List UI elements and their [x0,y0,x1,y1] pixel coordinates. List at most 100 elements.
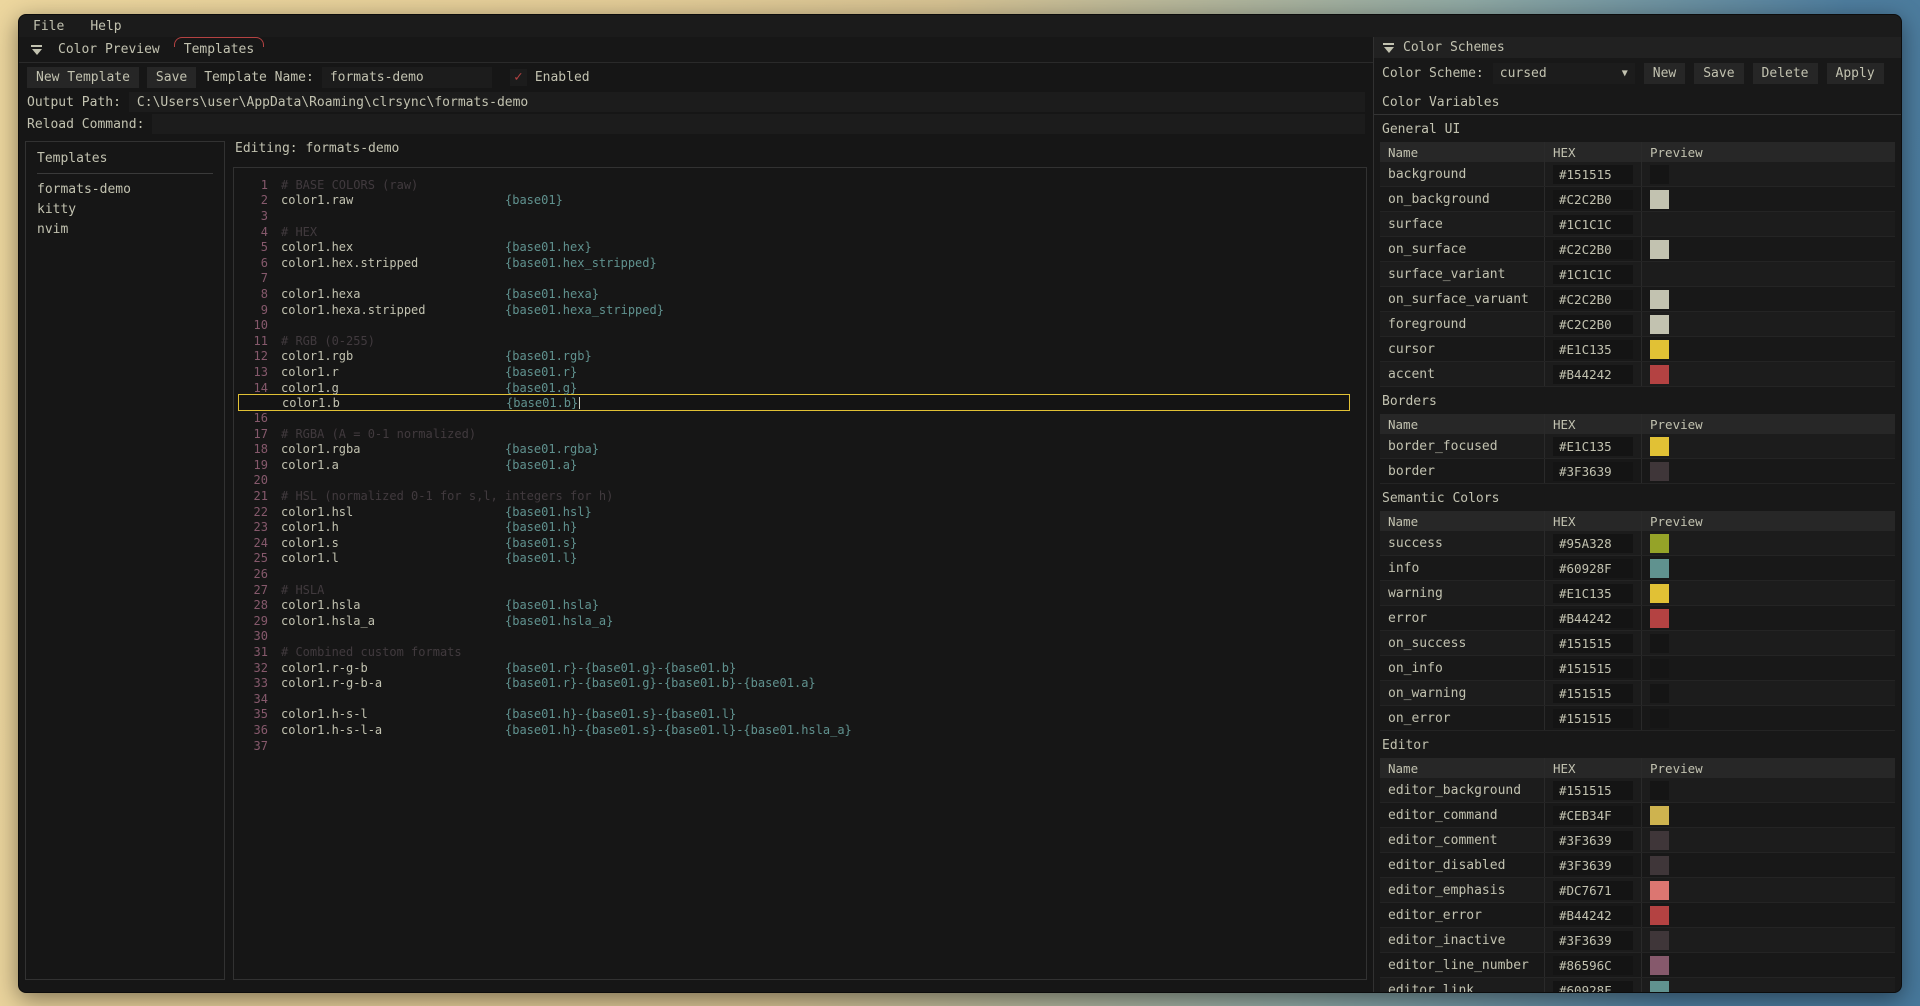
code-line: 4# HEX [242,224,1358,240]
color-table: NameHEXPreviewsuccess#95A328info#60928Fw… [1380,511,1895,731]
code-line: 30 [242,629,1358,645]
tab-list-popup-icon[interactable] [31,45,42,55]
color-swatch[interactable] [1650,437,1669,456]
color-hex-input[interactable]: #86596C [1553,956,1633,975]
color-hex-input[interactable]: #3F3639 [1553,856,1633,875]
color-scheme-combo[interactable]: cursed ▼ [1493,63,1635,84]
color-swatch[interactable] [1650,684,1669,703]
template-code-area[interactable]: 1# BASE COLORS (raw)2color1.raw{base01}3… [233,167,1367,980]
color-swatch[interactable] [1650,806,1669,825]
color-swatch[interactable] [1650,215,1669,234]
color-swatch[interactable] [1650,240,1669,259]
color-hex-input[interactable]: #3F3639 [1553,931,1633,950]
color-name-cell: on_surface_varuant [1380,287,1545,311]
code-line: 36color1.h-s-l-a{base01.h}-{base01.s}-{b… [242,722,1358,738]
color-swatch[interactable] [1650,856,1669,875]
scheme-delete-button[interactable]: Delete [1753,63,1818,84]
color-hex-input[interactable]: #CEB34F [1553,806,1633,825]
save-template-button[interactable]: Save [147,67,196,88]
menu-file[interactable]: File [33,19,64,34]
color-hex-input[interactable]: #1C1C1C [1553,265,1633,284]
template-list-item[interactable]: formats-demo [37,180,213,200]
color-hex-input[interactable]: #C2C2B0 [1553,240,1633,259]
color-hex-input[interactable]: #151515 [1553,165,1633,184]
color-swatch[interactable] [1650,462,1669,481]
color-hex-input[interactable]: #3F3639 [1553,831,1633,850]
color-swatch[interactable] [1650,831,1669,850]
code-comment: # RGB (0-255) [281,334,375,348]
color-swatch[interactable] [1650,956,1669,975]
color-swatch[interactable] [1650,981,1669,993]
color-hex-input[interactable]: #1C1C1C [1553,215,1633,234]
color-name-cell: on_background [1380,187,1545,211]
color-swatch[interactable] [1650,781,1669,800]
color-hex-input[interactable]: #3F3639 [1553,462,1633,481]
tab-color-preview[interactable]: Color Preview [52,38,166,62]
color-swatch[interactable] [1650,315,1669,334]
color-swatch[interactable] [1650,290,1669,309]
scheme-apply-button[interactable]: Apply [1827,63,1884,84]
color-hex-input[interactable]: #60928F [1553,981,1633,993]
code-key: color1.hsl [281,505,505,519]
color-hex-input[interactable]: #E1C135 [1553,584,1633,603]
color-swatch[interactable] [1650,931,1669,950]
color-swatch[interactable] [1650,709,1669,728]
scheme-new-button[interactable]: New [1644,63,1685,84]
color-swatch[interactable] [1650,165,1669,184]
output-path-input[interactable]: C:\Users\user\AppData\Roaming\clrsync\fo… [129,92,1365,112]
color-hex-input[interactable]: #60928F [1553,559,1633,578]
editor-title: Editing: formats-demo [235,141,1367,161]
color-hex-input[interactable]: #151515 [1553,684,1633,703]
color-hex-input[interactable]: #C2C2B0 [1553,190,1633,209]
color-hex-input[interactable]: #E1C135 [1553,437,1633,456]
color-swatch[interactable] [1650,365,1669,384]
color-hex-input[interactable]: #151515 [1553,659,1633,678]
color-hex-input[interactable]: #B44242 [1553,365,1633,384]
enabled-checkbox[interactable]: ✓ [510,69,527,86]
menu-help[interactable]: Help [90,19,121,34]
color-swatch[interactable] [1650,659,1669,678]
color-table-row: editor_link#60928F [1380,978,1895,992]
column-header: Name [1380,142,1545,162]
template-list-item[interactable]: nvim [37,220,213,240]
color-hex-input[interactable]: #151515 [1553,709,1633,728]
color-hex-input[interactable]: #E1C135 [1553,340,1633,359]
color-swatch[interactable] [1650,609,1669,628]
column-header: Name [1380,511,1545,531]
color-table-row: border #3F3639 [1380,459,1895,484]
color-preview-cell [1642,337,1895,361]
color-hex-cell: #1C1C1C [1545,212,1642,236]
color-hex-input[interactable]: #C2C2B0 [1553,315,1633,334]
color-swatch[interactable] [1650,881,1669,900]
color-hex-input[interactable]: #95A328 [1553,534,1633,553]
color-swatch[interactable] [1650,634,1669,653]
template-name-input[interactable]: formats-demo [322,67,492,88]
color-swatch[interactable] [1650,584,1669,603]
code-line: 34 [242,691,1358,707]
color-swatch[interactable] [1650,340,1669,359]
tab-templates[interactable]: Templates [178,38,260,62]
color-hex-input[interactable]: #B44242 [1553,906,1633,925]
color-name-cell: border [1380,459,1545,483]
color-hex-input[interactable]: #151515 [1553,634,1633,653]
color-hex-input[interactable]: #DC7671 [1553,881,1633,900]
color-swatch[interactable] [1650,559,1669,578]
color-swatch[interactable] [1650,534,1669,553]
color-section: Semantic ColorsNameHEXPreviewsuccess#95A… [1374,491,1901,731]
reload-command-input[interactable] [152,114,1365,134]
code-edit-input[interactable]: color1.b{base01.b} [238,394,1350,411]
color-hex-input[interactable]: #151515 [1553,781,1633,800]
color-preview-cell [1642,828,1895,852]
color-swatch[interactable] [1650,265,1669,284]
color-schemes-header[interactable]: Color Schemes [1374,37,1901,58]
color-hex-input[interactable]: #B44242 [1553,609,1633,628]
color-swatch[interactable] [1650,190,1669,209]
scheme-save-button[interactable]: Save [1694,63,1743,84]
color-name-cell: border_focused [1380,434,1545,458]
template-list-item[interactable]: kitty [37,200,213,220]
color-swatch[interactable] [1650,906,1669,925]
color-table-row: success#95A328 [1380,531,1895,556]
new-template-button[interactable]: New Template [27,67,139,88]
line-number: 14 [242,381,268,395]
color-hex-input[interactable]: #C2C2B0 [1553,290,1633,309]
